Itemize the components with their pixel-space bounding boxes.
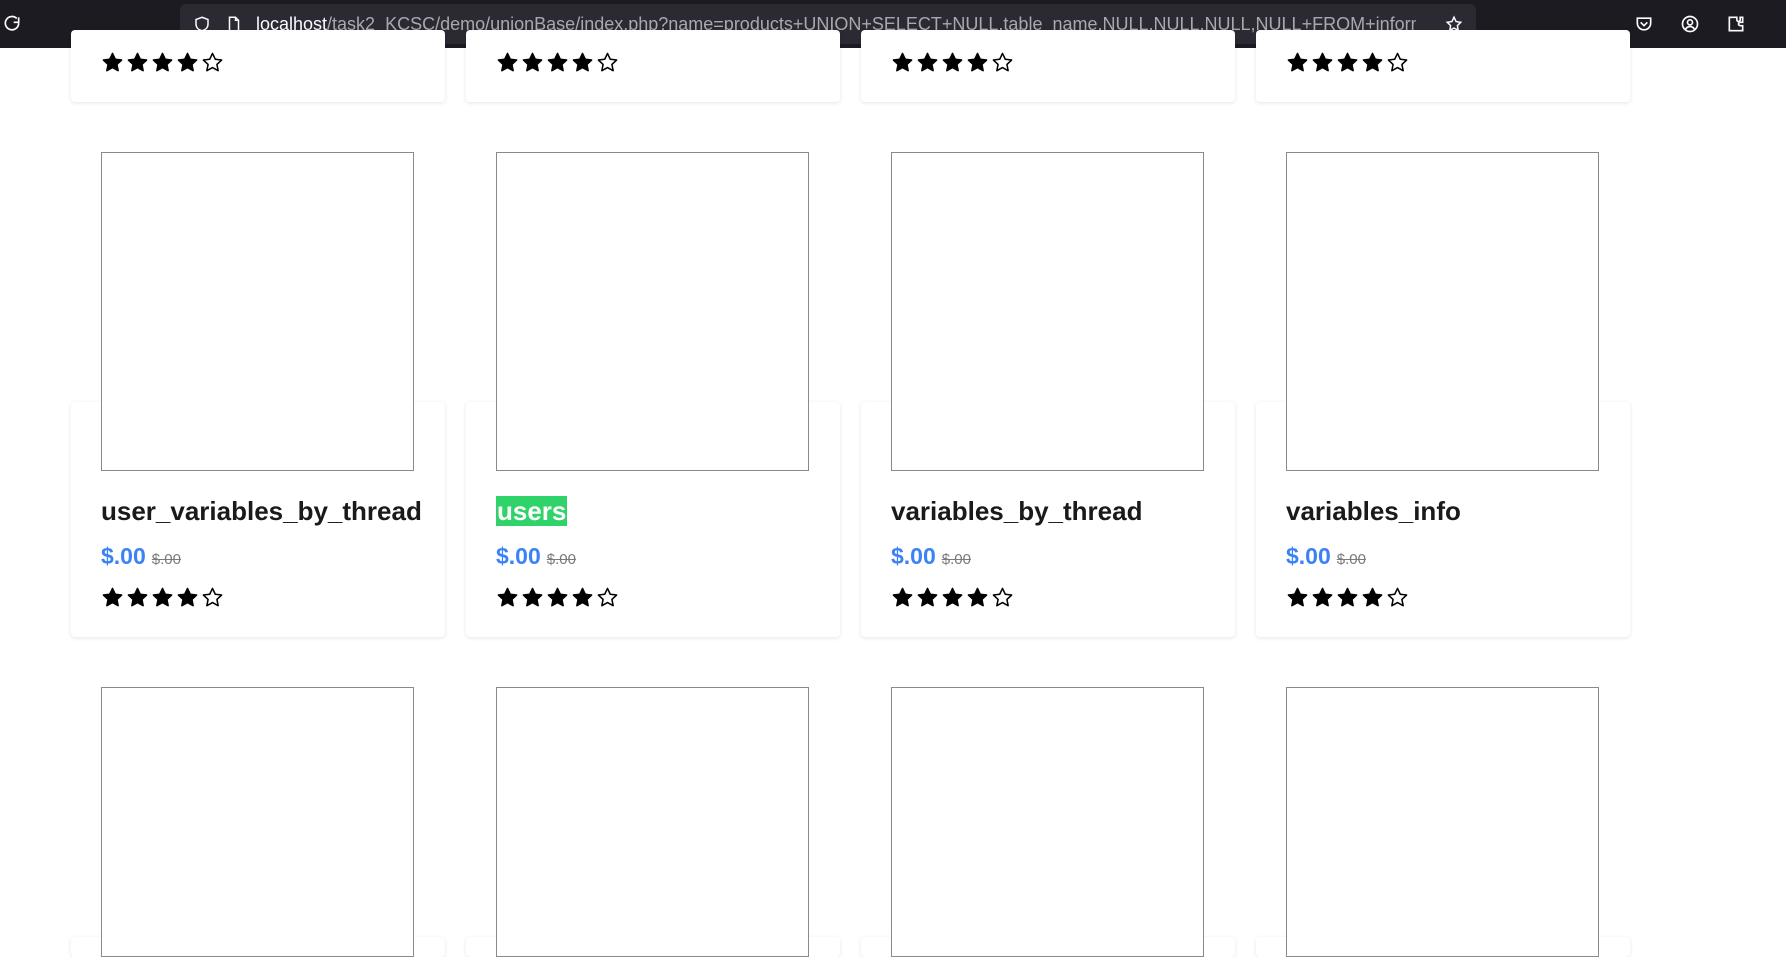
star-empty-icon (992, 52, 1013, 72)
product-image[interactable] (496, 152, 809, 471)
star-empty-icon (202, 587, 223, 607)
star-filled-icon (1287, 587, 1308, 607)
product-price: $.00 $.00 (101, 543, 181, 573)
star-empty-icon (1387, 52, 1408, 72)
star-empty-icon (202, 52, 223, 72)
product-image[interactable] (101, 152, 414, 471)
extensions-icon[interactable] (1724, 12, 1748, 36)
star-filled-icon (942, 587, 963, 607)
star-filled-icon (127, 587, 148, 607)
product-price: $.00 $.00 (1286, 543, 1366, 573)
star-filled-icon (917, 587, 938, 607)
rating-stars (101, 51, 224, 74)
product-card[interactable] (71, 30, 445, 102)
star-filled-icon (152, 52, 173, 72)
star-empty-icon (992, 587, 1013, 607)
star-filled-icon (547, 587, 568, 607)
old-price: $.00 (546, 551, 576, 568)
star-filled-icon (127, 52, 148, 72)
product-image[interactable] (1286, 152, 1599, 471)
star-filled-icon (942, 52, 963, 72)
reload-icon[interactable] (0, 12, 24, 36)
star-filled-icon (177, 52, 198, 72)
star-filled-icon (967, 52, 988, 72)
old-price: $.00 (1336, 551, 1366, 568)
product-title-highlighted[interactable]: users (496, 496, 568, 526)
star-filled-icon (497, 52, 518, 72)
product-card[interactable] (1256, 30, 1630, 102)
product-card[interactable] (466, 30, 840, 102)
product-image[interactable] (891, 152, 1204, 471)
pocket-icon[interactable] (1632, 12, 1656, 36)
current-price: $.00 (891, 543, 936, 569)
product-title[interactable]: user_variables_by_thread (101, 496, 422, 526)
rating-stars (1286, 586, 1409, 609)
star-empty-icon (597, 587, 618, 607)
star-filled-icon (102, 52, 123, 72)
star-filled-icon (1337, 52, 1358, 72)
star-filled-icon (1312, 52, 1333, 72)
star-filled-icon (522, 587, 543, 607)
product-image[interactable] (496, 687, 809, 957)
product-price: $.00 $.00 (891, 543, 971, 573)
star-filled-icon (967, 587, 988, 607)
rating-stars (891, 586, 1014, 609)
star-filled-icon (1337, 587, 1358, 607)
product-image[interactable] (891, 687, 1204, 957)
star-empty-icon (597, 52, 618, 72)
star-filled-icon (522, 52, 543, 72)
star-filled-icon (497, 587, 518, 607)
product-card[interactable] (861, 30, 1235, 102)
star-filled-icon (177, 587, 198, 607)
star-filled-icon (572, 587, 593, 607)
rating-stars (1286, 51, 1409, 74)
product-price: $.00 $.00 (496, 543, 576, 573)
star-empty-icon (1387, 587, 1408, 607)
star-filled-icon (102, 587, 123, 607)
product-title[interactable]: variables_info (1286, 496, 1461, 526)
star-filled-icon (572, 52, 593, 72)
rating-stars (101, 586, 224, 609)
rating-stars (496, 586, 619, 609)
product-title[interactable]: variables_by_thread (891, 496, 1142, 526)
star-filled-icon (1362, 587, 1383, 607)
current-price: $.00 (101, 543, 146, 569)
star-filled-icon (1287, 52, 1308, 72)
product-image[interactable] (1286, 687, 1599, 957)
star-filled-icon (892, 587, 913, 607)
star-filled-icon (1362, 52, 1383, 72)
star-filled-icon (917, 52, 938, 72)
old-price: $.00 (151, 551, 181, 568)
old-price: $.00 (941, 551, 971, 568)
rating-stars (496, 51, 619, 74)
product-image[interactable] (101, 687, 414, 957)
star-filled-icon (547, 52, 568, 72)
rating-stars (891, 51, 1014, 74)
star-filled-icon (892, 52, 913, 72)
current-price: $.00 (496, 543, 541, 569)
star-filled-icon (1312, 587, 1333, 607)
current-price: $.00 (1286, 543, 1331, 569)
account-icon[interactable] (1678, 12, 1702, 36)
star-filled-icon (152, 587, 173, 607)
